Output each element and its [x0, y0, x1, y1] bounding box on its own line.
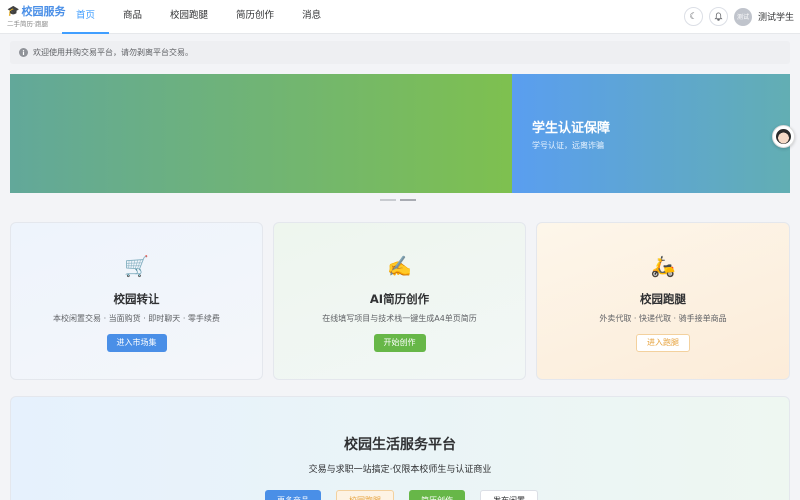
logo[interactable]: 🎓 校园服务 二手简历·跑腿 — [7, 5, 65, 28]
logo-title: 校园服务 — [21, 5, 66, 18]
info-icon: i — [19, 48, 28, 57]
card-title: 校园跑腿 — [640, 292, 686, 306]
carousel-indicators — [380, 199, 416, 201]
enter-errand-button[interactable]: 进入跑腿 — [636, 334, 690, 352]
nav-home[interactable]: 首页 — [62, 0, 110, 34]
notice-bar: i 欢迎使用并购交易平台，请勿剥离平台交易。 — [10, 41, 790, 64]
scooter-icon: 🛵 — [650, 254, 676, 278]
assistant-face-icon — [776, 129, 791, 144]
card-campus-errand[interactable]: 🛵 校园跑腿 外卖代取 · 快递代取 · 骑手接单商品 进入跑腿 — [536, 222, 790, 380]
card-desc: 本校闲置交易 · 当面购货 · 即时聊天 · 零手续费 — [53, 314, 220, 323]
enter-market-button[interactable]: 进入市场集 — [106, 334, 167, 352]
assistant-avatar-button[interactable] — [772, 125, 795, 148]
top-header: 🎓 校园服务 二手简历·跑腿 首页 商品 校园跑腿 简历创作 消息 ☾ 测试 测… — [0, 0, 800, 34]
moon-icon[interactable]: ☾ — [683, 7, 703, 26]
more-products-button[interactable]: 更多商品 — [265, 490, 321, 500]
writing-hand-icon: ✍️ — [387, 254, 412, 278]
start-create-button[interactable]: 开始创作 — [373, 334, 426, 352]
banner-subtitle: 学号认证，远离诈骗 — [532, 141, 604, 150]
banner-slide-previous[interactable] — [10, 74, 512, 193]
notice-text: 欢迎使用并购交易平台，请勿剥离平台交易。 — [33, 48, 193, 57]
banner-title: 学生认证保障 — [532, 121, 611, 136]
platform-subtitle: 交易与求职一站搞定·仅限本校师生与认证商业 — [308, 465, 492, 475]
platform-section: 校园生活服务平台 交易与求职一站搞定·仅限本校师生与认证商业 更多商品 校园跑腿… — [10, 396, 790, 500]
avatar[interactable]: 测试 — [733, 7, 752, 26]
bell-icon-svg — [714, 12, 723, 21]
card-title: AI简历创作 — [369, 292, 430, 306]
banner-slide-current[interactable]: 学生认证保障 学号认证，远离诈骗 — [512, 74, 790, 193]
nav-resume[interactable]: 简历创作 — [222, 0, 288, 34]
carousel-dot-active[interactable] — [400, 199, 416, 201]
banner-carousel[interactable]: 学生认证保障 学号认证，远离诈骗 — [10, 74, 790, 193]
shopping-cart-icon: 🛒 — [124, 254, 149, 278]
post-idle-button[interactable]: 发布闲置 — [480, 490, 538, 500]
nav-products[interactable]: 商品 — [109, 0, 156, 34]
graduation-cap-icon: 🎓 — [7, 6, 20, 17]
card-desc: 外卖代取 · 快递代取 · 骑手接单商品 — [599, 314, 727, 323]
platform-buttons: 更多商品 校园跑腿 简历创作 发布闲置 — [265, 490, 538, 500]
card-desc: 在线填写项目与技术栈一键生成A4单页简历 — [322, 314, 477, 323]
card-title: 校园转让 — [113, 292, 160, 306]
nav-messages[interactable]: 消息 — [288, 0, 335, 34]
user-name[interactable]: 测试学生 — [758, 10, 794, 23]
nav-errands[interactable]: 校园跑腿 — [156, 0, 222, 34]
carousel-dot[interactable] — [380, 199, 396, 201]
card-campus-transfer[interactable]: 🛒 校园转让 本校闲置交易 · 当面购货 · 即时聊天 · 零手续费 进入市场集 — [10, 222, 263, 380]
resume-create-button[interactable]: 简历创作 — [409, 490, 465, 500]
header-actions: ☾ 测试 测试学生 — [683, 7, 794, 26]
main-nav: 首页 商品 校园跑腿 简历创作 消息 — [62, 0, 335, 34]
platform-title: 校园生活服务平台 — [344, 437, 456, 453]
card-ai-resume[interactable]: ✍️ AI简历创作 在线填写项目与技术栈一键生成A4单页简历 开始创作 — [273, 222, 526, 380]
logo-subtitle: 二手简历·跑腿 — [7, 20, 49, 28]
bell-icon[interactable] — [708, 7, 728, 26]
campus-errand-button[interactable]: 校园跑腿 — [336, 490, 394, 500]
